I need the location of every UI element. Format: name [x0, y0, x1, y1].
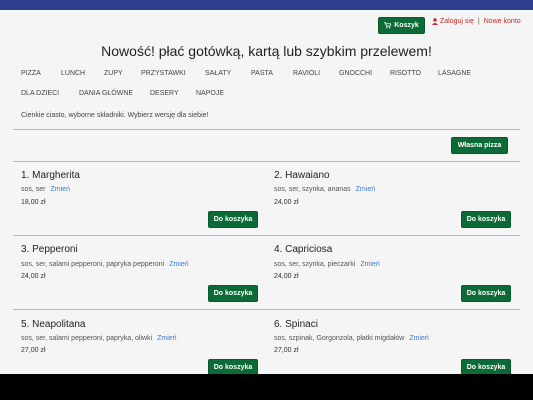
nav-item-lunch[interactable]: LUNCH — [61, 70, 85, 77]
pizza-name: 5. Neapolitana — [21, 319, 86, 330]
pizza-price: 27,00 zł — [21, 347, 46, 354]
pizza-name: 4. Capriciosa — [274, 244, 333, 255]
add-to-cart-button[interactable]: Do koszyka — [208, 211, 258, 228]
pizza-price: 24,00 zł — [21, 273, 46, 280]
user-icon — [432, 18, 438, 25]
nav-item-dania-glowne[interactable]: DANIA GŁÓWNE — [79, 90, 133, 97]
ingredients-text: sos, ser, salami pepperoni, papryka pepp… — [21, 261, 165, 268]
divider — [13, 129, 520, 130]
cart-label: Koszyk — [394, 22, 419, 29]
pizza-ingredients: sos, ser, szynka, ananas Zmień — [274, 186, 375, 193]
pizza-ingredients: sos, ser, salami pepperoni, papryka, oli… — [21, 335, 177, 342]
change-link[interactable]: Zmień — [409, 335, 428, 342]
nav-item-ravioli[interactable]: RAVIOLI — [293, 70, 320, 77]
separator: | — [477, 18, 480, 25]
account-links: Zaloguj się | Nowe konto — [432, 18, 521, 25]
pizza-name: 3. Pepperoni — [21, 244, 78, 255]
divider — [13, 309, 520, 310]
change-link[interactable]: Zmień — [356, 186, 375, 193]
nav-item-dla-dzieci[interactable]: DLA DZIECI — [21, 90, 59, 97]
pizza-price: 18,00 zł — [21, 199, 46, 206]
change-link[interactable]: Zmień — [360, 261, 379, 268]
nav-item-pizza[interactable]: PIZZA — [21, 70, 41, 77]
nav-item-napoje[interactable]: NAPOJE — [196, 90, 224, 97]
pizza-name: 2. Hawaiano — [274, 170, 330, 181]
nav-item-zupy[interactable]: ZUPY — [104, 70, 123, 77]
cart-button[interactable]: Koszyk — [378, 17, 425, 34]
divider — [13, 161, 520, 162]
pizza-price: 24,00 zł — [274, 199, 299, 206]
ingredients-text: sos, ser, salami pepperoni, papryka, oli… — [21, 335, 153, 342]
ingredients-text: sos, szpinak, Gorgonzola, płatki migdałó… — [274, 335, 405, 342]
pizza-price: 24,00 zł — [274, 273, 299, 280]
ingredients-text: sos, ser — [21, 186, 46, 193]
change-link[interactable]: Zmień — [51, 186, 70, 193]
pizza-name: 1. Margherita — [21, 170, 80, 181]
pizza-ingredients: sos, szpinak, Gorgonzola, płatki migdałó… — [274, 335, 429, 342]
ingredients-text: sos, ser, szynka, pieczarki — [274, 261, 356, 268]
divider — [13, 235, 520, 236]
pizza-ingredients: sos, ser Zmień — [21, 186, 70, 193]
add-to-cart-button[interactable]: Do koszyka — [461, 359, 511, 374]
change-link[interactable]: Zmień — [169, 261, 188, 268]
own-pizza-button[interactable]: Własna pizza — [451, 137, 508, 154]
add-to-cart-button[interactable]: Do koszyka — [461, 211, 511, 228]
page: Koszyk Zaloguj się | Nowe konto Nowość! … — [0, 0, 533, 374]
pizza-ingredients: sos, ser, salami pepperoni, papryka pepp… — [21, 261, 189, 268]
nav-item-przystawki[interactable]: PRZYSTAWKI — [141, 70, 186, 77]
cart-icon — [384, 22, 392, 29]
nav-item-lasagne[interactable]: LASAGNE — [438, 70, 471, 77]
nav-item-pasta[interactable]: PASTA — [251, 70, 273, 77]
pizza-price: 27,00 zł — [274, 347, 299, 354]
add-to-cart-button[interactable]: Do koszyka — [208, 285, 258, 302]
ingredients-text: sos, ser, szynka, ananas — [274, 186, 351, 193]
promo-headline: Nowość! płać gotówką, kartą lub szybkim … — [101, 43, 432, 59]
login-link[interactable]: Zaloguj się — [440, 18, 474, 25]
pizza-ingredients: sos, ser, szynka, pieczarki Zmień — [274, 261, 380, 268]
pizza-name: 6. Spinaci — [274, 319, 318, 330]
nav-item-salaty[interactable]: SAŁATY — [205, 70, 231, 77]
intro-text: Cienkie ciasto, wyborne składniki. Wybie… — [21, 112, 209, 119]
nav-item-desery[interactable]: DESERY — [150, 90, 179, 97]
nav-item-gnocchi[interactable]: GNOCCHI — [339, 70, 372, 77]
add-to-cart-button[interactable]: Do koszyka — [208, 359, 258, 374]
nav-item-risotto[interactable]: RISOTTO — [390, 70, 421, 77]
register-link[interactable]: Nowe konto — [484, 18, 521, 25]
top-bar — [0, 0, 533, 10]
change-link[interactable]: Zmień — [157, 335, 176, 342]
add-to-cart-button[interactable]: Do koszyka — [461, 285, 511, 302]
